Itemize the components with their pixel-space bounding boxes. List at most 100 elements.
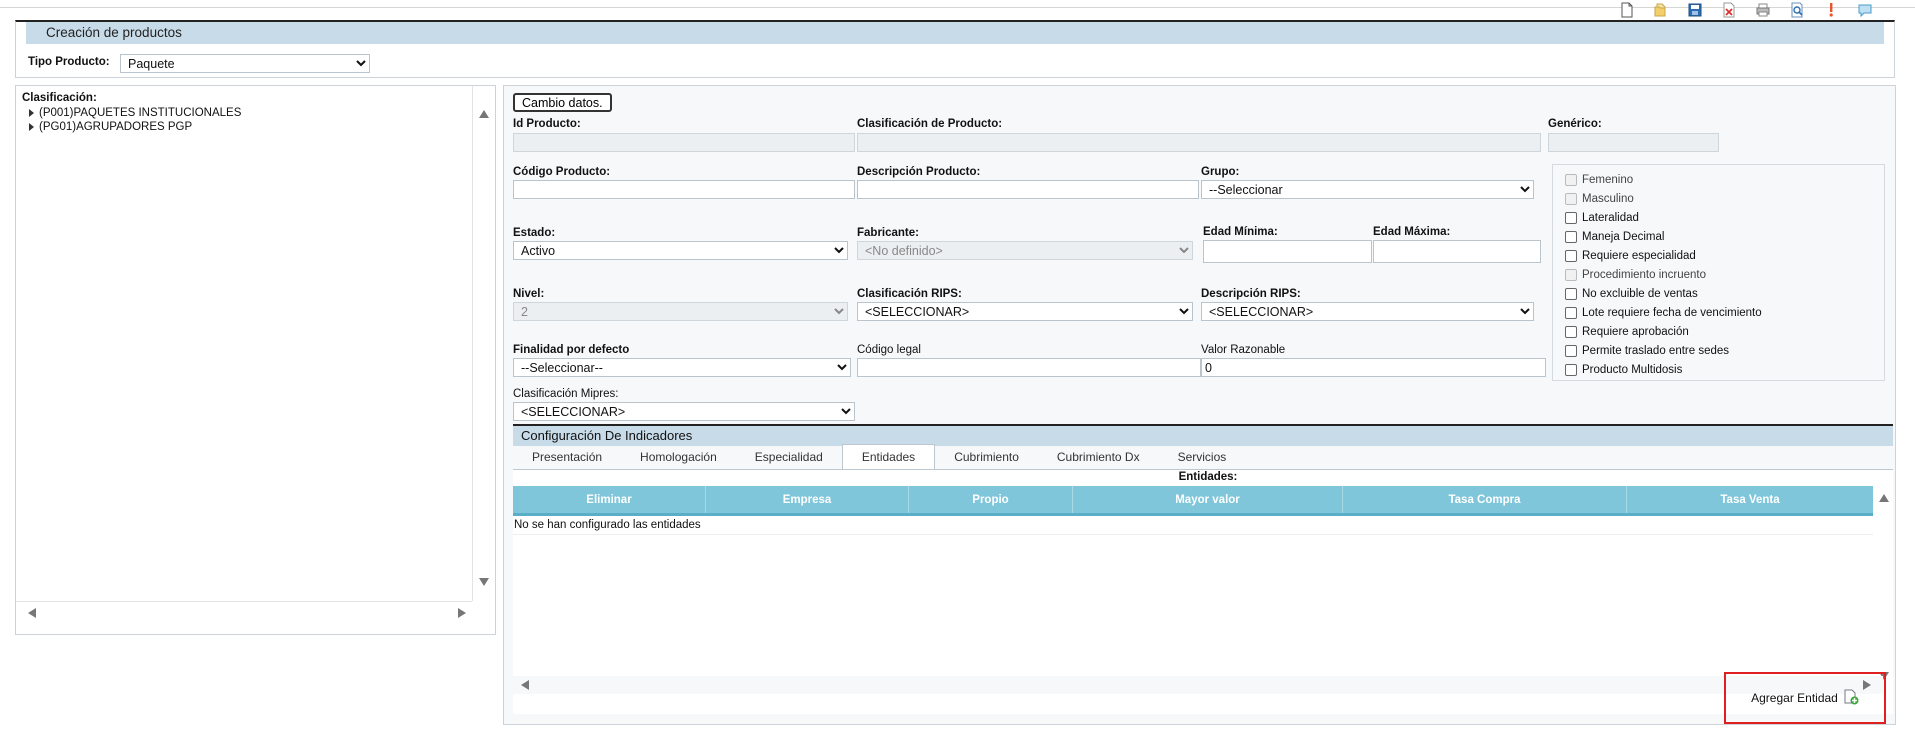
permite-traslado-checkbox[interactable]: Permite traslado entre sedes xyxy=(1565,341,1884,360)
checkbox-label: Producto Multidosis xyxy=(1582,363,1683,376)
checkbox-box[interactable] xyxy=(1565,344,1577,357)
descripcion-producto-field[interactable] xyxy=(857,180,1199,199)
checkbox-box[interactable] xyxy=(1565,192,1577,205)
checkbox-box[interactable] xyxy=(1565,230,1577,243)
fabricante-select[interactable]: <No definido> xyxy=(857,241,1193,260)
column-header[interactable]: Mayor valor xyxy=(1073,486,1343,513)
lote-fecha-vencimiento-checkbox[interactable]: Lote requiere fecha de vencimiento xyxy=(1565,303,1884,322)
expand-arrow-icon[interactable] xyxy=(29,123,34,131)
print-icon[interactable] xyxy=(1746,0,1780,20)
requiere-aprobacion-checkbox[interactable]: Requiere aprobación xyxy=(1565,322,1884,341)
tree-node-pg01[interactable]: (PG01)AGRUPADORES PGP xyxy=(22,120,462,134)
checkbox-box[interactable] xyxy=(1565,173,1577,186)
checkbox-label: Requiere aprobación xyxy=(1582,325,1689,338)
checkbox-box[interactable] xyxy=(1565,363,1577,376)
procedimiento-incruento-checkbox[interactable]: Procedimiento incruento xyxy=(1565,265,1884,284)
tab-cubrimiento-dx[interactable]: Cubrimiento Dx xyxy=(1038,445,1159,469)
codigo-producto-field[interactable] xyxy=(513,180,855,199)
scroll-left-icon[interactable] xyxy=(521,680,529,690)
tab-cubrimiento[interactable]: Cubrimiento xyxy=(935,445,1038,469)
clasificacion-rips-select[interactable]: <SELECCIONAR> xyxy=(857,302,1193,321)
tree-list: (P001)PAQUETES INSTITUCIONALES (PG01)AGR… xyxy=(22,106,462,134)
grid-vertical-scrollbar[interactable] xyxy=(1875,486,1893,686)
checkbox-box[interactable] xyxy=(1565,268,1577,281)
finalidad-select[interactable]: --Seleccionar-- xyxy=(513,358,851,377)
scroll-left-icon[interactable] xyxy=(28,608,36,618)
entidades-grid-header: Eliminar Empresa Propio Mayor valor Tasa… xyxy=(513,486,1873,516)
checkbox-label: Permite traslado entre sedes xyxy=(1582,344,1730,357)
checkbox-label: No excluible de ventas xyxy=(1582,287,1698,300)
nivel-select[interactable]: 2 xyxy=(513,302,848,321)
id-producto-field[interactable] xyxy=(513,133,855,152)
agregar-entidad-button[interactable]: Agregar Entidad xyxy=(1751,689,1859,708)
maneja-decimal-checkbox[interactable]: Maneja Decimal xyxy=(1565,227,1884,246)
new-document-icon[interactable] xyxy=(1610,0,1644,20)
clasificacion-producto-field[interactable] xyxy=(857,133,1541,152)
checkbox-label: Lateralidad xyxy=(1582,211,1639,224)
product-creation-panel: Creación de productos Tipo Producto: Paq… xyxy=(15,20,1895,78)
finalidad-label: Finalidad por defecto xyxy=(513,344,630,356)
chat-icon[interactable] xyxy=(1848,0,1882,20)
product-form-panel: Cambio datos. Id Producto: Clasificación… xyxy=(503,85,1896,725)
tab-servicios[interactable]: Servicios xyxy=(1159,445,1246,469)
generico-field[interactable] xyxy=(1548,133,1719,152)
tab-presentacion[interactable]: Presentación xyxy=(513,445,621,469)
tree-horizontal-scrollbar[interactable] xyxy=(16,601,472,623)
expand-arrow-icon[interactable] xyxy=(29,109,34,117)
requiere-especialidad-checkbox[interactable]: Requiere especialidad xyxy=(1565,246,1884,265)
checkbox-label: Lote requiere fecha de vencimiento xyxy=(1582,306,1762,319)
column-header[interactable]: Empresa xyxy=(706,486,909,513)
valor-razonable-field[interactable] xyxy=(1201,358,1546,377)
tab-especialidad[interactable]: Especialidad xyxy=(736,445,842,469)
tipo-producto-label: Tipo Producto: xyxy=(28,56,110,68)
checkbox-box[interactable] xyxy=(1565,287,1577,300)
checkbox-label: Requiere especialidad xyxy=(1582,249,1696,262)
estado-select[interactable]: Activo xyxy=(513,241,848,260)
delete-icon[interactable] xyxy=(1712,0,1746,20)
scroll-right-icon[interactable] xyxy=(458,608,466,618)
descripcion-rips-label: Descripción RIPS: xyxy=(1201,288,1301,300)
grid-horizontal-scrollbar[interactable] xyxy=(513,676,1883,694)
masculino-checkbox[interactable]: Masculino xyxy=(1565,189,1884,208)
column-header[interactable]: Tasa Compra xyxy=(1343,486,1627,513)
column-header[interactable]: Tasa Venta xyxy=(1627,486,1873,513)
checkbox-box[interactable] xyxy=(1565,249,1577,262)
open-folder-icon[interactable] xyxy=(1644,0,1678,20)
checkbox-box[interactable] xyxy=(1565,306,1577,319)
generico-label: Genérico: xyxy=(1548,118,1602,130)
lateralidad-checkbox[interactable]: Lateralidad xyxy=(1565,208,1884,227)
save-icon[interactable] xyxy=(1678,0,1712,20)
tree-vertical-scrollbar[interactable] xyxy=(472,86,494,601)
femenino-checkbox[interactable]: Femenino xyxy=(1565,170,1884,189)
tipo-producto-select[interactable]: Paquete xyxy=(120,54,370,73)
nivel-label: Nivel: xyxy=(513,288,545,300)
scroll-down-icon[interactable] xyxy=(479,578,489,586)
column-header[interactable]: Propio xyxy=(909,486,1073,513)
clasificacion-mipres-label: Clasificación Mipres: xyxy=(513,388,619,400)
producto-multidosis-checkbox[interactable]: Producto Multidosis xyxy=(1565,360,1884,379)
edad-maxima-field[interactable] xyxy=(1373,240,1541,263)
no-excluible-ventas-checkbox[interactable]: No excluible de ventas xyxy=(1565,284,1884,303)
checkbox-label: Procedimiento incruento xyxy=(1582,268,1707,281)
tree-node-p001[interactable]: (P001)PAQUETES INSTITUCIONALES xyxy=(22,106,462,120)
tree-node-label: (PG01)AGRUPADORES PGP xyxy=(39,121,193,133)
edad-maxima-label: Edad Máxima: xyxy=(1373,226,1451,238)
checkbox-box[interactable] xyxy=(1565,211,1577,224)
clasificacion-mipres-select[interactable]: <SELECCIONAR> xyxy=(513,402,855,421)
clasificacion-rips-label: Clasificación RIPS: xyxy=(857,288,962,300)
descripcion-rips-select[interactable]: <SELECCIONAR> xyxy=(1201,302,1534,321)
grupo-select[interactable]: --Seleccionar xyxy=(1201,180,1534,199)
edad-minima-field[interactable] xyxy=(1203,240,1372,263)
tab-homologacion[interactable]: Homologación xyxy=(621,445,736,469)
codigo-legal-field[interactable] xyxy=(857,358,1201,377)
scroll-up-icon[interactable] xyxy=(479,110,489,118)
alert-icon[interactable] xyxy=(1814,0,1848,20)
tab-entidades[interactable]: Entidades xyxy=(841,444,936,469)
indicadores-tabs: Presentación Homologación Especialidad E… xyxy=(513,444,1893,470)
cambio-datos-button[interactable]: Cambio datos. xyxy=(513,93,612,112)
scroll-up-icon[interactable] xyxy=(1879,494,1889,502)
column-header[interactable]: Eliminar xyxy=(513,486,706,513)
checkbox-box[interactable] xyxy=(1565,325,1577,338)
preview-icon[interactable] xyxy=(1780,0,1814,20)
agregar-entidad-highlight: Agregar Entidad xyxy=(1724,672,1886,724)
